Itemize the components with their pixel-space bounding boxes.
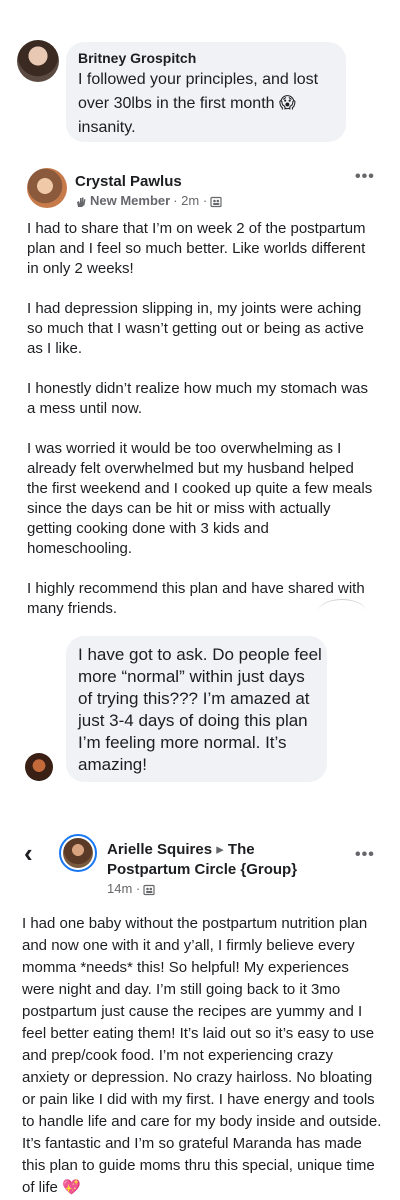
avatar-arielle[interactable] bbox=[59, 834, 97, 872]
post-time[interactable]: · 2m · bbox=[173, 193, 207, 208]
post-author[interactable]: Crystal Pawlus bbox=[75, 173, 182, 190]
comment-text: I have got to ask. Do people feel more “… bbox=[78, 645, 322, 774]
more-options-button[interactable]: ••• bbox=[355, 846, 375, 864]
post-body: I had one baby without the postpartum nu… bbox=[22, 915, 382, 1196]
post-author[interactable]: Arielle Squires bbox=[107, 841, 212, 858]
scroll-indicator bbox=[318, 599, 366, 624]
members-icon bbox=[143, 881, 155, 896]
members-icon bbox=[210, 193, 222, 208]
avatar-britney[interactable] bbox=[17, 40, 59, 82]
more-options-button[interactable]: ••• bbox=[355, 168, 375, 186]
post-time[interactable]: 14m · bbox=[107, 881, 140, 896]
arrow-right-icon: ▸ bbox=[216, 841, 224, 858]
comment-bubble: Britney Grospitch I followed your princi… bbox=[66, 42, 346, 142]
member-badge: New Member bbox=[90, 193, 171, 208]
post-body: I had to share that I’m on week 2 of the… bbox=[27, 220, 373, 617]
post-meta: New Member · 2m · bbox=[75, 193, 222, 208]
back-button[interactable]: ‹ bbox=[24, 840, 33, 866]
waving-hand-icon bbox=[75, 193, 87, 208]
comment-text: I followed your principles, and lost ove… bbox=[78, 71, 319, 136]
comment-bubble: I have got to ask. Do people feel more “… bbox=[66, 636, 327, 782]
comment-author[interactable]: Britney Grospitch bbox=[78, 50, 196, 66]
post-header: Arielle Squires ▸ The Postpartum Circle … bbox=[107, 840, 337, 880]
post-meta: 14m · bbox=[107, 881, 155, 896]
avatar-commenter[interactable] bbox=[25, 753, 53, 781]
avatar-crystal[interactable] bbox=[27, 168, 67, 208]
